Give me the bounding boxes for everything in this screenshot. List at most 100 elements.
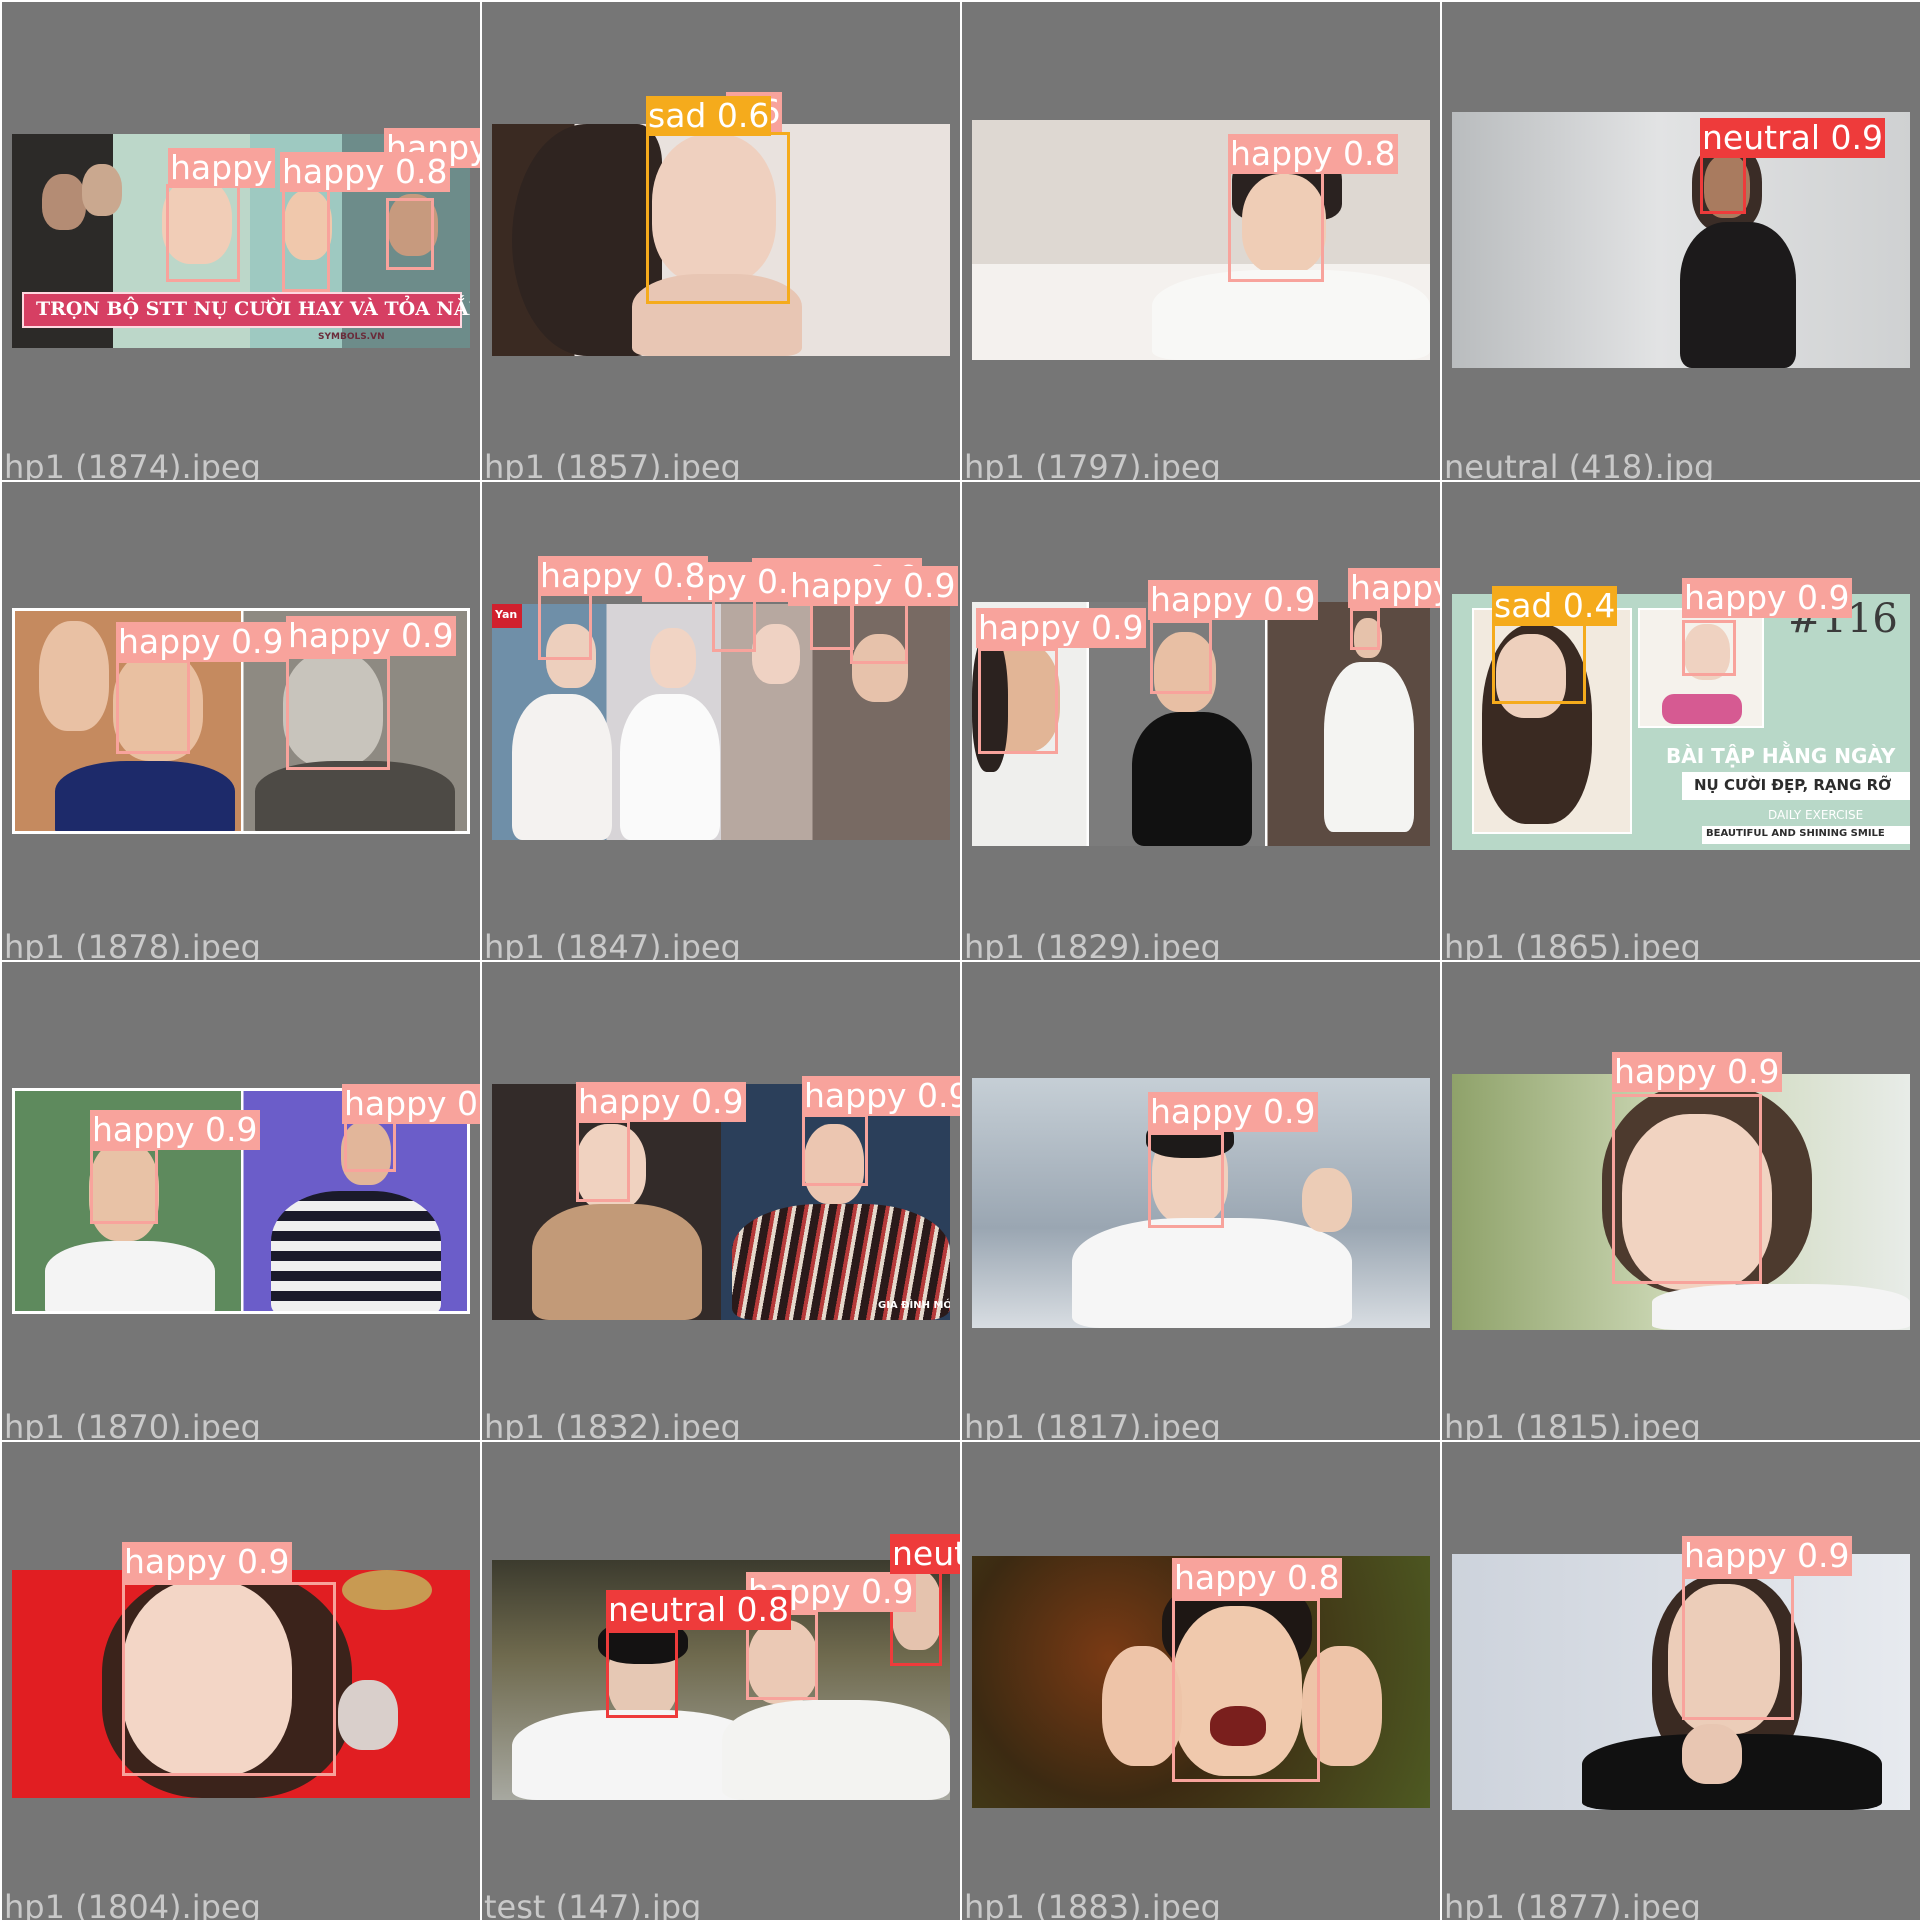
body-photo (1680, 222, 1796, 368)
result-tile[interactable]: #116 BÀI TẬP HẰNG NGÀY NỤ CƯỜI ĐẸP, RẠNG… (1442, 482, 1920, 960)
result-tile[interactable]: happy 0.9 happy 0.9 happy 0.9 hp1 (1829)… (962, 482, 1440, 960)
watermark-text: SYMBOLS.VN (318, 332, 385, 342)
detection-label: happy 0.9 (976, 608, 1146, 648)
result-tile[interactable]: happy 0.9 neutral 0.8 neutral 0.8 test (… (482, 1442, 960, 1920)
result-tile[interactable]: happy 0.9 happy 0.9 hp1 (1870).jpeg (2, 962, 480, 1440)
detection-box (1150, 620, 1212, 694)
poster-caption: BEAUTIFUL AND SHINING SMILE (1706, 828, 1885, 839)
image-filename: hp1 (1815).jpeg (1444, 1408, 1701, 1440)
detection-label: happy 0.9 (1148, 1092, 1318, 1132)
hand-photo (1102, 1646, 1182, 1766)
result-tile[interactable]: happy 0.9 hp1 (1877).jpeg (1442, 1442, 1920, 1920)
detection-box (1682, 1576, 1794, 1720)
detection-box (344, 1118, 396, 1172)
image-filename: neutral (418).jpg (1444, 448, 1715, 480)
poster-title: BÀI TẬP HẰNG NGÀY (1666, 744, 1896, 768)
detection-box (282, 188, 330, 292)
face-photo (42, 174, 86, 230)
detection-label: happy 0.9 (116, 622, 286, 662)
banner-text: TRỌN BỘ STT NỤ CƯỜI HAY VÀ TỎA NẮNG (36, 298, 470, 320)
image-filename: hp1 (1817).jpeg (964, 1408, 1221, 1440)
detection-label: neutral 0.8 (606, 1590, 792, 1630)
detection-label: happy 0.9 (1348, 568, 1440, 608)
detection-box (1172, 1598, 1320, 1782)
flowers (1662, 694, 1742, 724)
detection-box (286, 656, 390, 770)
image-filename: hp1 (1829).jpeg (964, 928, 1221, 960)
detection-label: happy (168, 148, 275, 188)
result-tile[interactable]: neutral 0.9 neutral (418).jpg (1442, 2, 1920, 480)
image-filename: hp1 (1847).jpeg (484, 928, 741, 960)
result-tile[interactable]: 0.6 sad 0.6 hp1 (1857).jpeg (482, 2, 960, 480)
body-photo (1152, 270, 1430, 360)
detection-box (978, 648, 1058, 754)
body-photo (532, 1204, 702, 1320)
logo-text: Yan (495, 608, 518, 621)
detection-label: happy 0.9 (788, 566, 958, 606)
body-photo (1132, 712, 1252, 846)
detection-box (116, 660, 190, 754)
detection-label: happy 0.9 (802, 1076, 960, 1116)
image-filename: hp1 (1857).jpeg (484, 448, 741, 480)
detection-label: sad 0.6 (646, 96, 772, 136)
hat-photo (342, 1570, 432, 1610)
poster-caption: DAILY EXERCISE (1768, 808, 1864, 822)
face-photo (82, 164, 122, 216)
result-tile[interactable]: happy 0.8 hp1 (1797).jpeg (962, 2, 1440, 480)
detection-box (386, 198, 434, 270)
detection-results-grid: TRỌN BỘ STT NỤ CƯỜI HAY VÀ TỎA NẮNG SYMB… (0, 0, 1920, 1920)
detection-label: happy 0.9 (1148, 580, 1318, 620)
result-tile[interactable]: Yan happy 0.9 happy 0.9 happy 0.9 happy … (482, 482, 960, 960)
detection-label: happy 0.9 (1612, 1052, 1782, 1092)
result-tile[interactable]: happy 0.8 hp1 (1883).jpeg (962, 1442, 1440, 1920)
result-tile[interactable]: happy 0.9 hp1 (1817).jpeg (962, 962, 1440, 1440)
detection-label: happy 0.9 (90, 1110, 260, 1150)
detection-box (606, 1630, 678, 1718)
image-filename: hp1 (1865).jpeg (1444, 928, 1701, 960)
body-photo (512, 694, 612, 840)
body-photo (45, 1241, 215, 1311)
image-filename: hp1 (1878).jpeg (4, 928, 261, 960)
photo (1452, 1554, 1910, 1810)
body-photo (1324, 662, 1414, 832)
detection-box (802, 1114, 868, 1186)
hand-photo (1682, 1724, 1742, 1784)
body-photo (1652, 1284, 1910, 1330)
detection-box (1228, 170, 1324, 282)
detection-label: neutral 0.9 (1700, 118, 1886, 158)
detection-label: happy 0.9 (1682, 1536, 1852, 1576)
detection-label: happy 0.9 (286, 616, 456, 656)
detection-box (166, 184, 240, 282)
detection-box (1700, 154, 1746, 214)
detection-label: happy 0.8 (1228, 134, 1398, 174)
result-tile[interactable]: TRỌN BỘ STT NỤ CƯỜI HAY VÀ TỎA NẮNG SYMB… (2, 2, 480, 480)
body-photo (255, 761, 455, 831)
detection-label: happy 0.8 (538, 556, 708, 596)
detection-label: happy 0.8 (280, 152, 450, 192)
detection-label: happy 0.9 (342, 1084, 480, 1124)
watermark-text: GIA ĐÌNH MỚI (878, 1300, 950, 1311)
body-photo (620, 694, 720, 840)
detection-box (646, 132, 790, 304)
body-photo (722, 1700, 950, 1800)
image-filename: hp1 (1874).jpeg (4, 448, 261, 480)
image-filename: test (147).jpg (484, 1888, 702, 1920)
result-tile[interactable]: GIA ĐÌNH MỚI happy 0.9 happy 0.9 hp1 (18… (482, 962, 960, 1440)
result-tile[interactable]: happy 0.9 happy 0.9 hp1 (1878).jpeg (2, 482, 480, 960)
image-filename: hp1 (1883).jpeg (964, 1888, 1221, 1920)
detection-label: sad 0.4 (1492, 586, 1618, 626)
detection-box (122, 1582, 336, 1776)
detection-label: happy 0.9 (122, 1542, 292, 1582)
detection-box (576, 1120, 630, 1202)
detection-box (1682, 620, 1736, 676)
result-tile[interactable]: happy 0.9 hp1 (1815).jpeg (1442, 962, 1920, 1440)
detection-box (1612, 1094, 1762, 1284)
face-photo (650, 628, 696, 688)
hand-photo (1302, 1168, 1352, 1232)
detection-label: neutral 0.8 (890, 1534, 960, 1574)
poster-subtitle: NỤ CƯỜI ĐẸP, RẠNG RỠ (1694, 776, 1892, 794)
detection-box (1350, 608, 1380, 650)
body-photo (271, 1191, 441, 1311)
detection-box (1148, 1132, 1224, 1228)
result-tile[interactable]: happy 0.9 hp1 (1804).jpeg (2, 1442, 480, 1920)
